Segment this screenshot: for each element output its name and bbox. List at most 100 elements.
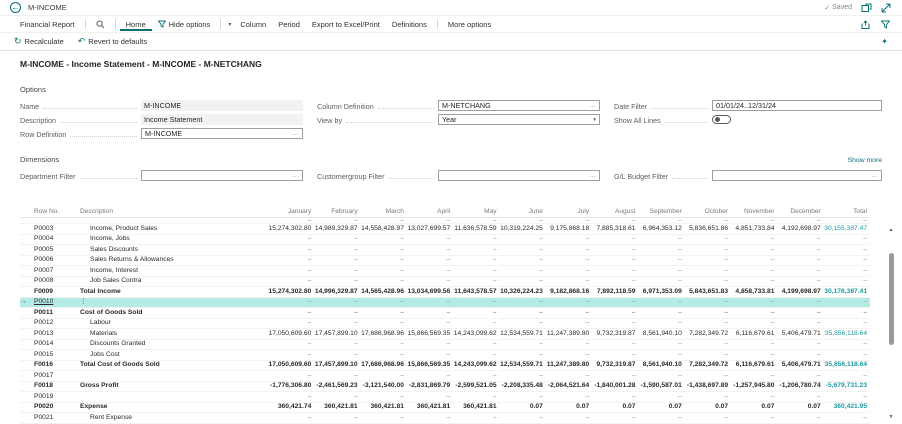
amount-cell[interactable]: 15,866,569.35 <box>407 329 453 340</box>
amount-cell[interactable]: 4,858,733.81 <box>731 287 777 298</box>
show-more-link[interactable]: Show more <box>848 157 882 164</box>
table-row[interactable]: F0009Total Income15,274,302.8014,996,329… <box>20 287 870 298</box>
row-no-cell[interactable]: P0003 <box>34 224 80 235</box>
amount-cell[interactable]: 0.07 <box>639 402 685 413</box>
tab-column[interactable]: Column <box>234 18 272 31</box>
table-row[interactable]: P0008Job Sales Contra––––––––––––– <box>20 277 870 288</box>
description-cell[interactable]: Expense <box>80 402 268 413</box>
total-cell[interactable]: -5,679,731.23 <box>824 381 870 392</box>
amount-cell[interactable]: 10,319,224.25 <box>500 224 546 235</box>
amount-cell[interactable]: 11,636,578.59 <box>453 224 499 235</box>
row-no-cell[interactable]: F0009 <box>34 287 80 298</box>
amount-cell[interactable]: -2,064,521.64 <box>546 381 592 392</box>
row-no-cell[interactable]: P0005 <box>34 245 80 256</box>
amount-cell[interactable]: 12,534,559.71 <box>500 329 546 340</box>
amount-cell[interactable]: 7,282,349.72 <box>685 360 731 371</box>
table-row[interactable]: P0011Cost of Goods Sold––––––––––––– <box>20 308 870 319</box>
tab-definitions[interactable]: Definitions <box>386 18 433 31</box>
customergroup-filter-field[interactable]: … <box>438 170 600 181</box>
amount-cell[interactable]: -1,840,001.28 <box>592 381 638 392</box>
scrollbar-thumb[interactable] <box>889 253 894 345</box>
row-no-cell[interactable]: P0019 <box>34 392 80 403</box>
amount-cell[interactable]: -3,121,540.00 <box>361 381 407 392</box>
amount-cell[interactable]: 360,421.81 <box>453 402 499 413</box>
amount-cell[interactable]: 7,282,349.72 <box>685 329 731 340</box>
vertical-scrollbar[interactable]: ▲ ▼ <box>887 227 895 420</box>
amount-cell[interactable]: 14,243,099.62 <box>453 329 499 340</box>
scroll-up-icon[interactable]: ▲ <box>887 227 895 233</box>
description-cell[interactable]: ⋮ <box>80 297 268 308</box>
amount-cell[interactable]: 14,996,329.87 <box>314 287 360 298</box>
amount-cell[interactable]: -2,831,869.79 <box>407 381 453 392</box>
amount-cell[interactable]: 4,199,698.97 <box>777 287 823 298</box>
row-no-cell[interactable]: P0013 <box>34 329 80 340</box>
resize-window-icon[interactable] <box>881 3 892 13</box>
amount-cell[interactable]: 5,843,651.83 <box>685 287 731 298</box>
amount-cell[interactable]: 0.07 <box>685 402 731 413</box>
row-no-cell[interactable]: P0021 <box>34 413 80 424</box>
amount-cell[interactable]: 15,866,569.35 <box>407 360 453 371</box>
description-cell[interactable]: Sales Discounts <box>80 245 268 256</box>
amount-cell[interactable]: 10,326,224.23 <box>500 287 546 298</box>
lookup-ellipsis-icon[interactable]: … <box>590 102 597 109</box>
amount-cell[interactable]: -2,599,521.05 <box>453 381 499 392</box>
row-no-cell[interactable]: P0011 <box>34 308 80 319</box>
amount-cell[interactable]: 11,643,578.57 <box>453 287 499 298</box>
amount-cell[interactable]: 8,561,940.10 <box>639 360 685 371</box>
amount-cell[interactable]: 8,561,940.10 <box>639 329 685 340</box>
row-menu-icon[interactable]: ⋮ <box>80 297 87 308</box>
amount-cell[interactable]: 6,116,679.61 <box>731 329 777 340</box>
amount-cell[interactable]: 11,247,389.80 <box>546 329 592 340</box>
amount-cell[interactable]: 6,964,353.12 <box>639 224 685 235</box>
row-definition-field[interactable]: M-INCOME … <box>141 128 303 139</box>
amount-cell[interactable]: 7,892,118.59 <box>592 287 638 298</box>
amount-cell[interactable]: 14,565,428.96 <box>361 287 407 298</box>
amount-cell[interactable]: 17,686,968.96 <box>361 329 407 340</box>
amount-cell[interactable]: -2,208,335.48 <box>500 381 546 392</box>
amount-cell[interactable]: 9,732,319.87 <box>592 329 638 340</box>
amount-cell[interactable]: 17,050,609.60 <box>268 360 314 371</box>
description-cell[interactable]: Income, Jobs <box>80 234 268 245</box>
search-icon[interactable] <box>90 18 111 31</box>
amount-cell[interactable]: 9,175,868.18 <box>546 224 592 235</box>
row-no-cell[interactable]: F0018 <box>34 381 80 392</box>
view-by-select[interactable]: Year ▾ <box>438 114 600 125</box>
amount-cell[interactable]: 14,243,099.62 <box>453 360 499 371</box>
table-row[interactable]: →P0010⋮––––––––––––– <box>20 298 870 309</box>
amount-cell[interactable]: -1,590,587.01 <box>639 381 685 392</box>
description-cell[interactable]: Discounts Granted <box>80 339 268 350</box>
amount-cell[interactable]: 360,421.74 <box>268 402 314 413</box>
amount-cell[interactable]: 0.07 <box>731 402 777 413</box>
row-no-cell[interactable]: P0015 <box>34 350 80 361</box>
description-cell[interactable]: Jobs Cost <box>80 350 268 361</box>
gl-budget-filter-field[interactable]: … <box>712 170 882 181</box>
lookup-ellipsis-icon[interactable]: … <box>293 172 300 179</box>
copilot-sparkle-icon[interactable]: ✦ <box>881 37 888 46</box>
table-row[interactable]: P0006Sales Returns & Allowances–––––––––… <box>20 256 870 267</box>
table-row[interactable]: P0003Income, Product Sales15,274,302.801… <box>20 224 870 235</box>
amount-cell[interactable]: 11,247,389.80 <box>546 360 592 371</box>
amount-cell[interactable]: 13,034,699.56 <box>407 287 453 298</box>
amount-cell[interactable]: 6,116,679.61 <box>731 360 777 371</box>
amount-cell[interactable]: 14,989,329.87 <box>314 224 360 235</box>
tab-home[interactable]: Home <box>120 18 152 31</box>
total-cell[interactable]: 30,176,387.41 <box>824 287 870 298</box>
back-button[interactable]: ← <box>10 2 21 13</box>
scroll-down-icon[interactable]: ▼ <box>887 414 895 420</box>
amount-cell[interactable]: 9,182,868.16 <box>546 287 592 298</box>
total-cell[interactable]: 360,421.95 <box>824 402 870 413</box>
amount-cell[interactable]: 5,836,651.86 <box>685 224 731 235</box>
description-cell[interactable]: Income, Interest <box>80 266 268 277</box>
amount-cell[interactable]: 17,457,899.10 <box>314 329 360 340</box>
table-row[interactable]: P0012Labour––––––––––––– <box>20 319 870 330</box>
table-row[interactable]: P0005Sales Discounts––––––––––––– <box>20 245 870 256</box>
chevron-down-icon[interactable]: ▾ <box>593 117 596 123</box>
description-cell[interactable]: Cost of Goods Sold <box>80 308 268 319</box>
row-no-cell[interactable]: F0016 <box>34 360 80 371</box>
table-row[interactable]: P0021Rent Expense––––––––––––– <box>20 413 870 424</box>
amount-cell[interactable]: 15,274,302.80 <box>268 224 314 235</box>
amount-cell[interactable]: 6,971,353.09 <box>639 287 685 298</box>
description-cell[interactable]: Rent Expense <box>80 413 268 424</box>
description-cell[interactable]: Income, Product Sales <box>80 224 268 235</box>
amount-cell[interactable]: 5,406,479.71 <box>777 329 823 340</box>
